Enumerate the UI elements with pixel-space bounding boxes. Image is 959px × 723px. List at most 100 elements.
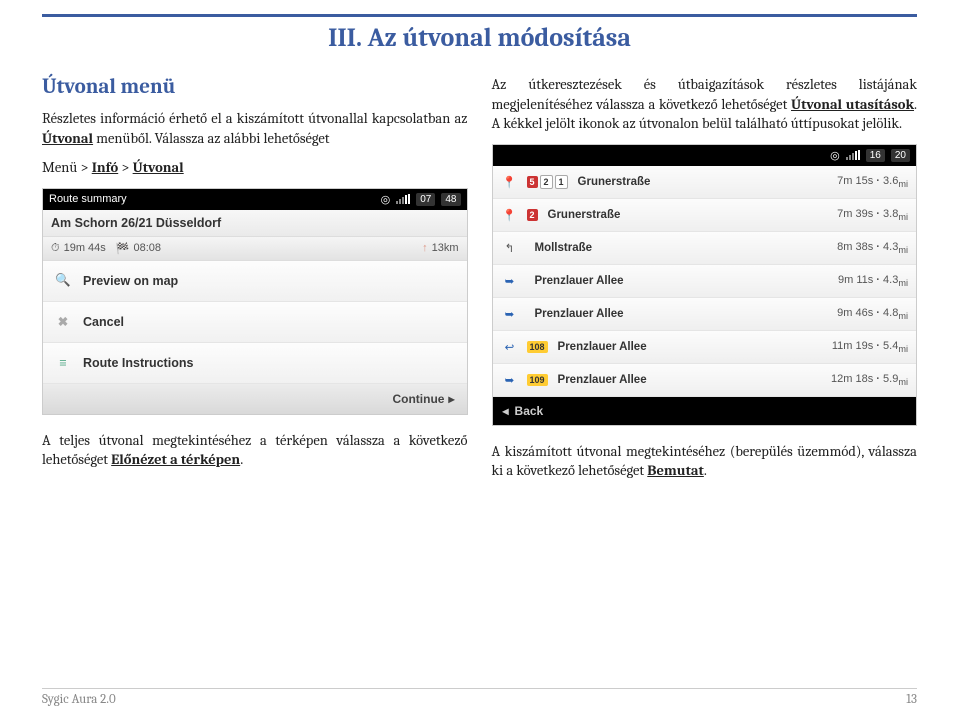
magnifier-icon: 🔍 bbox=[53, 271, 73, 291]
stats-row: ⏱ 19m 44s 🏁 08:08 ↑ 13km bbox=[43, 237, 467, 261]
footer-left: Sygic Aura 2.0 bbox=[42, 692, 116, 707]
bottom-rule bbox=[42, 688, 917, 689]
instruction-meta: 9m 11s · 4.3mi bbox=[838, 274, 908, 288]
text: > bbox=[118, 159, 132, 176]
street-name: Prenzlauer Allee bbox=[535, 275, 830, 287]
route-badges: 2 bbox=[527, 209, 540, 221]
distance-stat: ↑ 13km bbox=[422, 242, 458, 255]
signal-icon bbox=[396, 194, 410, 204]
address-row: Am Schorn 26/21 Düsseldorf bbox=[43, 210, 467, 237]
section-heading: Útvonal menü bbox=[42, 75, 468, 99]
instruction-meta: 11m 19s · 5.4mi bbox=[832, 340, 908, 354]
clock-icon: ⏱ bbox=[51, 242, 60, 255]
route-badge: 2 bbox=[540, 175, 553, 189]
back-button[interactable]: ◂ Back bbox=[493, 397, 917, 425]
instruction-row[interactable]: ➥ Prenzlauer Allee 9m 11s · 4.3mi bbox=[493, 265, 917, 298]
cancel-item[interactable]: ✖ Cancel bbox=[43, 302, 467, 343]
duration-stat: ⏱ 19m 44s bbox=[51, 242, 106, 255]
route-badge: 109 bbox=[527, 374, 548, 386]
time-box-2: 48 bbox=[441, 193, 460, 206]
chevron-right-icon: ▸ bbox=[448, 392, 454, 406]
chevron-left-icon: ◂ bbox=[503, 404, 509, 418]
route-badges: 521 bbox=[527, 176, 570, 188]
street-name: Prenzlauer Allee bbox=[558, 374, 824, 386]
pin-icon: 📍 bbox=[501, 173, 519, 191]
instruction-meta: 12m 18s · 5.9mi bbox=[831, 373, 908, 387]
route-badge: 1 bbox=[555, 175, 568, 189]
street-name: Grunerstraße bbox=[578, 176, 830, 188]
left-column: Útvonal menü Részletes információ érhető… bbox=[42, 75, 468, 491]
distance-value: 13km bbox=[432, 242, 459, 254]
route-badge: 5 bbox=[527, 176, 538, 188]
arrival-stat: 🏁 08:08 bbox=[116, 242, 161, 255]
instruction-row[interactable]: 📍 2 Grunerstraße 7m 39s · 3.8mi bbox=[493, 199, 917, 232]
utvonal-link: Útvonal bbox=[42, 130, 93, 147]
label: Back bbox=[515, 404, 544, 418]
instruction-meta: 7m 39s · 3.8mi bbox=[837, 208, 908, 222]
instruction-row[interactable]: 📍521Grunerstraße7m 15s · 3.6mi bbox=[493, 166, 917, 199]
bemutat-link: Bemutat bbox=[647, 462, 704, 479]
route-badges: 109 bbox=[527, 374, 550, 386]
route-badge: 2 bbox=[527, 209, 538, 221]
street-name: Grunerstraße bbox=[548, 209, 830, 221]
list-icon: ≡ bbox=[53, 353, 73, 373]
left-angle-icon: ↩ bbox=[501, 338, 519, 356]
instruction-row[interactable]: ↩ 108 Prenzlauer Allee 11m 19s · 5.4mi bbox=[493, 331, 917, 364]
label: Preview on map bbox=[83, 274, 178, 288]
instructions-list: 📍521Grunerstraße7m 15s · 3.6mi📍2Grunerst… bbox=[493, 166, 917, 397]
text: . bbox=[240, 451, 243, 468]
right-paragraph-1: Az útkeresztezések és útbaigazítások rés… bbox=[492, 75, 918, 134]
right-paragraph-2: A kiszámított útvonal megtekintéséhez (b… bbox=[492, 442, 918, 481]
preview-link: Előnézet a térképen bbox=[111, 451, 240, 468]
time-box-1: 16 bbox=[866, 149, 885, 162]
route-badges: 108 bbox=[527, 341, 550, 353]
text: . bbox=[704, 462, 707, 479]
status-bar: Route Instructions ◎ 16 20 bbox=[493, 145, 917, 166]
label: Route Instructions bbox=[83, 356, 193, 370]
continue-button[interactable]: Continue ▸ bbox=[43, 384, 467, 414]
street-name: Mollstraße bbox=[535, 242, 830, 254]
instruction-meta: 8m 38s · 4.3mi bbox=[837, 241, 908, 255]
preview-on-map-item[interactable]: 🔍 Preview on map bbox=[43, 261, 467, 302]
status-title: Route summary bbox=[49, 193, 127, 205]
left-paragraph-1: Részletes információ érhető el a kiszámí… bbox=[42, 109, 468, 148]
label: Continue bbox=[392, 392, 444, 406]
route-instructions-screenshot: Route Instructions ◎ 16 20 📍521Grunerstr… bbox=[492, 144, 918, 426]
label: Cancel bbox=[83, 315, 124, 329]
right-column: Az útkeresztezések és útbaigazítások rés… bbox=[492, 75, 918, 491]
text: Menü > bbox=[42, 159, 92, 176]
text: menüből. Válassza az alábbi lehetőséget bbox=[93, 130, 329, 147]
instruction-row[interactable]: ↰Mollstraße8m 38s · 4.3mi bbox=[493, 232, 917, 265]
instruction-row[interactable]: ➥109Prenzlauer Allee12m 18s · 5.9mi bbox=[493, 364, 917, 397]
pin-icon: 📍 bbox=[501, 206, 519, 224]
route-summary-screenshot: Route summary ◎ 07 48 Am Schorn 26/21 Dü… bbox=[42, 188, 468, 415]
top-rule bbox=[42, 14, 917, 17]
footer-page-number: 13 bbox=[906, 692, 917, 707]
cancel-icon: ✖ bbox=[53, 312, 73, 332]
status-bar: Route summary ◎ 07 48 bbox=[43, 189, 467, 210]
compass-icon: ◎ bbox=[381, 193, 391, 206]
signal-icon bbox=[846, 150, 860, 160]
instruction-meta: 9m 46s · 4.8mi bbox=[837, 307, 908, 321]
street-name: Prenzlauer Allee bbox=[558, 341, 824, 353]
breadcrumb-info: Infó bbox=[92, 159, 119, 176]
content-columns: Útvonal menü Részletes információ érhető… bbox=[42, 75, 917, 491]
route-instructions-item[interactable]: ≡ Route Instructions bbox=[43, 343, 467, 384]
duration-value: 19m 44s bbox=[64, 242, 106, 254]
breadcrumb-utvonal: Útvonal bbox=[133, 159, 184, 176]
compass-icon: ◎ bbox=[830, 149, 840, 162]
route-badge: 108 bbox=[527, 341, 548, 353]
street-name: Prenzlauer Allee bbox=[535, 308, 830, 320]
left-paragraph-2: A teljes útvonal megtekintéséhez a térké… bbox=[42, 431, 468, 470]
time-box-1: 07 bbox=[416, 193, 435, 206]
arrival-value: 08:08 bbox=[134, 242, 162, 254]
arrow-up-icon: ↑ bbox=[422, 242, 428, 254]
time-box-2: 20 bbox=[891, 149, 910, 162]
text: Részletes információ érhető el a kiszámí… bbox=[42, 110, 468, 127]
flag-icon: 🏁 bbox=[116, 242, 130, 255]
right-angle-icon: ➥ bbox=[501, 305, 519, 323]
page-title: III. Az útvonal módosítása bbox=[42, 23, 917, 53]
instruction-row[interactable]: ➥ Prenzlauer Allee 9m 46s · 4.8mi bbox=[493, 298, 917, 331]
right-angle-icon: ➥ bbox=[501, 272, 519, 290]
text: A teljes útvonal megtekintéséhez a térké… bbox=[42, 432, 468, 469]
